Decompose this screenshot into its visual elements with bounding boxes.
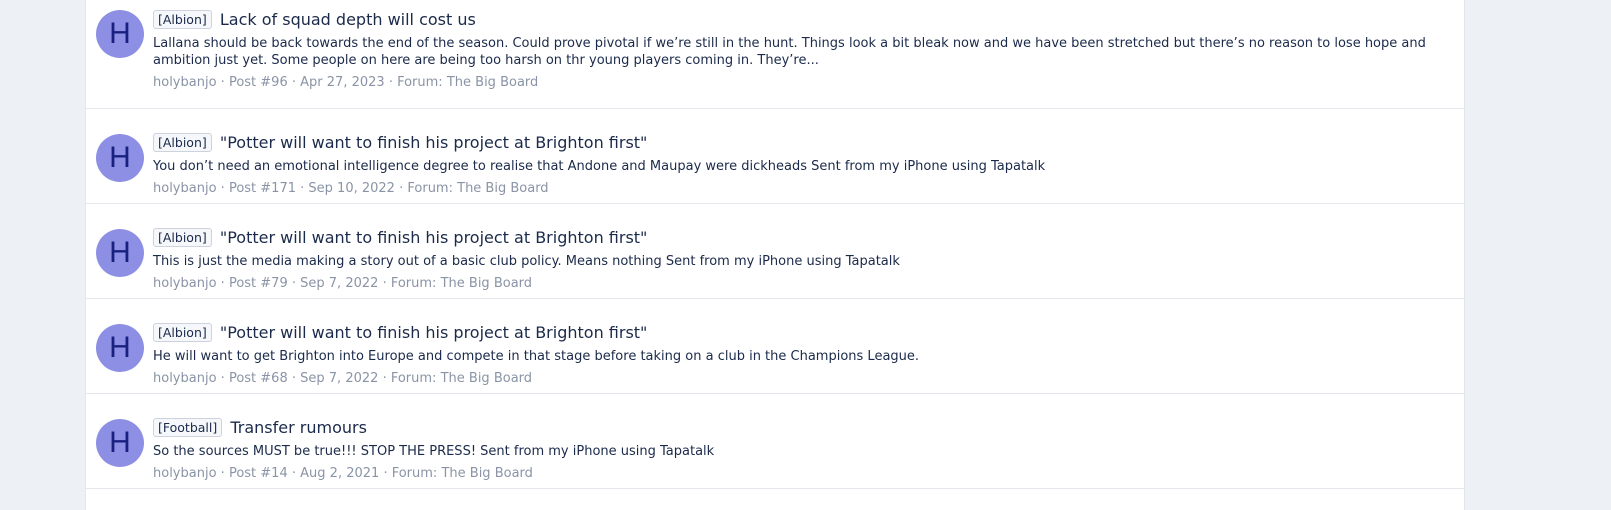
author-link[interactable]: holybanjo (153, 466, 217, 481)
result-title-link[interactable]: "Potter will want to finish his project … (220, 133, 648, 152)
result-snippet: So the sources MUST be true!!! STOP THE … (153, 444, 715, 459)
avatar[interactable]: H (96, 419, 144, 467)
forum-link[interactable]: The Big Board (457, 181, 548, 196)
result-meta: holybanjo · Post #79 · Sep 7, 2022 · For… (153, 275, 1444, 292)
result-snippet: This is just the media making a story ou… (153, 254, 900, 269)
forum-label: Forum: (390, 276, 437, 291)
thread-prefix-label[interactable]: [Albion] (153, 323, 212, 342)
post-date: Sep 10, 2022 (308, 181, 395, 196)
meta-separator: · (300, 181, 305, 196)
author-link[interactable]: holybanjo (153, 371, 217, 386)
result-item: H [Albion] "Potter will want to finish h… (86, 204, 1464, 299)
post-number: Post #171 (228, 181, 296, 196)
forum-label: Forum: (390, 371, 437, 386)
meta-separator: · (291, 371, 297, 386)
result-snippet: He will want to get Brighton into Europe… (153, 349, 920, 364)
forum-link[interactable]: The Big Board (441, 276, 532, 291)
thread-prefix-label[interactable]: [Albion] (153, 133, 212, 152)
post-number: Post #68 (228, 371, 288, 386)
author-link[interactable]: holybanjo (153, 276, 217, 291)
post-date: Aug 2, 2021 (300, 466, 380, 481)
result-item: H [Albion] "Potter will want to finish h… (86, 299, 1464, 394)
meta-separator: · (388, 75, 393, 90)
result-title-line: [Albion] Lack of squad depth will cost u… (153, 9, 1444, 31)
search-results-panel: H [Albion] Lack of squad depth will cost… (85, 0, 1465, 510)
result-body: [Albion] "Potter will want to finish his… (153, 322, 1444, 387)
result-item: H [Football] Transfer rumours So the sou… (86, 394, 1464, 489)
meta-separator: · (220, 371, 225, 386)
meta-separator: · (220, 181, 225, 196)
meta-separator: · (291, 466, 297, 481)
author-link[interactable]: holybanjo (153, 181, 217, 196)
meta-separator: · (220, 276, 225, 291)
meta-separator: · (383, 466, 388, 481)
result-body: [Albion] "Potter will want to finish his… (153, 132, 1444, 197)
result-meta: holybanjo · Post #171 · Sep 10, 2022 · F… (153, 180, 1444, 197)
meta-separator: · (220, 75, 225, 90)
result-title-line: [Albion] "Potter will want to finish his… (153, 132, 1444, 154)
post-number: Post #96 (228, 75, 288, 90)
author-link[interactable]: holybanjo (153, 75, 217, 90)
forum-link[interactable]: The Big Board (441, 466, 532, 481)
forum-link[interactable]: The Big Board (447, 75, 538, 90)
meta-separator: · (399, 181, 404, 196)
post-date: Sep 7, 2022 (300, 276, 379, 291)
result-body: [Albion] "Potter will want to finish his… (153, 227, 1444, 292)
result-meta: holybanjo · Post #96 · Apr 27, 2023 · Fo… (153, 74, 1444, 91)
post-date: Sep 7, 2022 (300, 371, 379, 386)
post-number: Post #14 (228, 466, 288, 481)
avatar[interactable]: H (96, 10, 144, 58)
forum-label: Forum: (397, 75, 443, 90)
meta-separator: · (382, 371, 387, 386)
forum-label: Forum: (391, 466, 438, 481)
avatar[interactable]: H (96, 229, 144, 277)
thread-prefix-label[interactable]: [Albion] (153, 228, 212, 247)
result-item: H [Albion] "Potter will want to finish h… (86, 109, 1464, 204)
search-results-list: H [Albion] Lack of squad depth will cost… (86, 0, 1464, 489)
result-body: [Albion] Lack of squad depth will cost u… (153, 9, 1444, 91)
forum-link[interactable]: The Big Board (441, 371, 532, 386)
result-item: H [Albion] Lack of squad depth will cost… (86, 0, 1464, 109)
meta-separator: · (382, 276, 387, 291)
meta-separator: · (291, 276, 297, 291)
result-title-link[interactable]: "Potter will want to finish his project … (220, 228, 648, 247)
result-meta: holybanjo · Post #14 · Aug 2, 2021 · For… (153, 465, 1444, 482)
avatar[interactable]: H (96, 324, 144, 372)
result-meta: holybanjo · Post #68 · Sep 7, 2022 · For… (153, 370, 1444, 387)
meta-separator: · (291, 75, 297, 90)
result-snippet: You don’t need an emotional intelligence… (153, 159, 1046, 174)
forum-label: Forum: (407, 181, 453, 196)
result-title-line: [Albion] "Potter will want to finish his… (153, 322, 1444, 344)
result-title-line: [Albion] "Potter will want to finish his… (153, 227, 1444, 249)
result-title-link[interactable]: Lack of squad depth will cost us (220, 10, 476, 29)
result-snippet: Lallana should be back towards the end o… (153, 36, 1426, 68)
result-title-line: [Football] Transfer rumours (153, 417, 1444, 439)
meta-separator: · (220, 466, 225, 481)
post-number: Post #79 (228, 276, 288, 291)
result-body: [Football] Transfer rumours So the sourc… (153, 417, 1444, 482)
thread-prefix-label[interactable]: [Football] (153, 418, 223, 437)
thread-prefix-label[interactable]: [Albion] (153, 10, 212, 29)
post-date: Apr 27, 2023 (300, 75, 385, 90)
result-title-link[interactable]: "Potter will want to finish his project … (220, 323, 648, 342)
avatar[interactable]: H (96, 134, 144, 182)
result-title-link[interactable]: Transfer rumours (230, 418, 367, 437)
